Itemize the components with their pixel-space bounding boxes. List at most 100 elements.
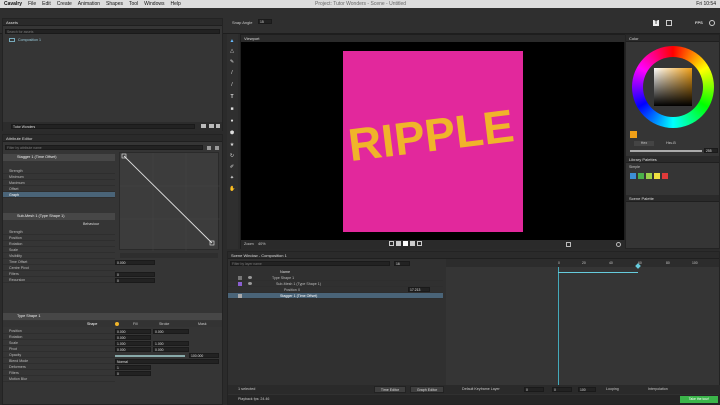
- pivot-y-field[interactable]: 0.000: [153, 347, 189, 352]
- opacity-slider[interactable]: [115, 355, 185, 357]
- pen-tool-icon[interactable]: ✎: [229, 59, 235, 65]
- tab-mask[interactable]: Mask: [198, 322, 207, 326]
- step-forward-icon[interactable]: [410, 241, 415, 246]
- star-tool-icon[interactable]: ★: [229, 142, 235, 148]
- deformers-field[interactable]: 1: [115, 365, 151, 370]
- folder-add-icon[interactable]: [209, 124, 214, 128]
- filters2-field[interactable]: 0: [115, 371, 151, 376]
- polygon-tool-icon[interactable]: ⬢: [229, 130, 235, 136]
- pencil-tool-icon[interactable]: /: [229, 70, 235, 76]
- swatch-yellow[interactable]: [654, 173, 660, 179]
- opacity-field[interactable]: 100.000: [189, 353, 219, 358]
- asset-item-composition[interactable]: Composition 1: [7, 38, 107, 43]
- keyframe-layer-select[interactable]: Default Keyframe Layer: [462, 387, 500, 391]
- text-tool-strip-icon[interactable]: T: [229, 94, 235, 100]
- grid-icon[interactable]: [666, 20, 672, 26]
- graph-editor-button[interactable]: Graph Editor: [410, 386, 444, 393]
- attr-motion-blur[interactable]: Motion Blur: [3, 376, 115, 382]
- menu-animation[interactable]: Animation: [78, 1, 100, 7]
- alpha-value[interactable]: 255: [704, 148, 718, 153]
- menu-shapes[interactable]: Shapes: [106, 1, 123, 7]
- timeline-area[interactable]: 0 20 40 60 80 100: [446, 259, 719, 389]
- select-tool-icon[interactable]: ▲: [229, 38, 235, 44]
- ellipse-tool-icon[interactable]: ●: [229, 118, 235, 124]
- time-editor-button[interactable]: Time Editor: [374, 386, 406, 393]
- time-offset-field[interactable]: 0.000: [115, 260, 155, 265]
- rotate-tool-icon[interactable]: ↻: [229, 153, 235, 159]
- tab-stroke[interactable]: Stroke: [159, 322, 169, 326]
- blend-mode-select[interactable]: Normal: [115, 359, 219, 364]
- menu-file[interactable]: File: [28, 1, 36, 7]
- menu-tool[interactable]: Tool: [129, 1, 138, 7]
- assets-search-input[interactable]: Search for assets: [5, 29, 220, 34]
- scale-x-field[interactable]: 1.000: [115, 341, 151, 346]
- tab-shape[interactable]: Shape: [87, 322, 97, 326]
- pin-tool-icon[interactable]: ✦: [229, 175, 235, 181]
- play-icon[interactable]: [403, 241, 408, 246]
- attr-graph[interactable]: Graph: [3, 192, 115, 198]
- filters-field[interactable]: 0: [115, 272, 155, 277]
- saturation-square[interactable]: [654, 68, 692, 106]
- text-tool-icon[interactable]: T: [653, 20, 659, 26]
- lock-icon[interactable]: [207, 146, 211, 150]
- stagger-graph[interactable]: [119, 152, 220, 251]
- step-back-icon[interactable]: [396, 241, 401, 246]
- delete-icon[interactable]: [216, 124, 220, 128]
- viewport-tab[interactable]: Viewport: [241, 35, 626, 42]
- rotation-field[interactable]: 0.000: [115, 335, 151, 340]
- visibility-eye-icon-2[interactable]: [248, 282, 252, 285]
- library-name[interactable]: Simple: [629, 165, 640, 169]
- color-wheel[interactable]: [632, 46, 714, 128]
- take-tour-button[interactable]: Take the tour!: [680, 396, 718, 403]
- frame-end-field[interactable]: 100: [578, 387, 596, 392]
- position-x-field[interactable]: 0.000: [115, 329, 151, 334]
- last-frame-icon[interactable]: [417, 241, 422, 246]
- hex-tab[interactable]: Hex: [634, 141, 654, 146]
- swatch-blue[interactable]: [630, 173, 636, 179]
- swatch-red[interactable]: [662, 173, 668, 179]
- current-swatch[interactable]: [630, 131, 637, 138]
- layer-stagger[interactable]: Stagger 1 (Time Offset): [228, 293, 443, 299]
- playhead[interactable]: [558, 267, 559, 389]
- alpha-slider[interactable]: [630, 150, 702, 152]
- scene-search-input[interactable]: Filter by layer name: [230, 261, 390, 266]
- swatch-lime[interactable]: [646, 173, 652, 179]
- app-menu[interactable]: Cavalry: [4, 1, 22, 7]
- composition-canvas[interactable]: RIPPLE: [343, 51, 523, 232]
- menu-windows[interactable]: Windows: [144, 1, 164, 7]
- typeshape-section-header[interactable]: Type Shape 1: [3, 313, 222, 320]
- frame-field[interactable]: 16: [394, 261, 410, 266]
- interpolation-label[interactable]: Interpolation: [648, 387, 668, 391]
- menu-create[interactable]: Create: [57, 1, 72, 7]
- viewport-settings-icon[interactable]: [616, 242, 621, 247]
- line-tool-icon[interactable]: /: [229, 82, 235, 88]
- direct-select-tool-icon[interactable]: △: [229, 48, 235, 54]
- position-x-value[interactable]: 17.213: [408, 287, 430, 292]
- tab-fill[interactable]: Fill: [133, 322, 138, 326]
- snap-angle-input[interactable]: 15: [258, 19, 272, 24]
- pin-icon[interactable]: [215, 146, 219, 150]
- scale-y-field[interactable]: 1.000: [153, 341, 189, 346]
- timeline-ruler[interactable]: 0 20 40 60 80 100: [446, 259, 719, 267]
- settings-icon[interactable]: [709, 20, 715, 26]
- zoom-value[interactable]: 40%: [258, 242, 266, 246]
- folder-icon[interactable]: [201, 124, 206, 128]
- recursion-field[interactable]: 0: [115, 278, 155, 283]
- viewport-options-icon[interactable]: [566, 242, 571, 247]
- looping-label[interactable]: Looping: [606, 387, 619, 391]
- menu-help[interactable]: Help: [170, 1, 180, 7]
- rect-tool-icon[interactable]: ■: [229, 106, 235, 112]
- stagger-section-header[interactable]: Stagger 1 (Time Offset): [3, 154, 115, 161]
- hand-tool-icon[interactable]: ✋: [229, 186, 235, 192]
- submesh-section-header[interactable]: Sub-Mesh 1 (Type Shape 1): [3, 213, 115, 220]
- first-frame-icon[interactable]: [389, 241, 394, 246]
- hsv-tab[interactable]: Hsv-B: [666, 141, 676, 145]
- pivot-x-field[interactable]: 0.000: [115, 347, 151, 352]
- project-selector[interactable]: Tutor Wonders: [11, 124, 195, 129]
- menu-edit[interactable]: Edit: [42, 1, 51, 7]
- visibility-eye-icon[interactable]: [248, 276, 252, 279]
- attr-sm-recursion[interactable]: Recursion: [3, 277, 115, 283]
- frame-start-field[interactable]: 0: [524, 387, 544, 392]
- swatch-green[interactable]: [638, 173, 644, 179]
- frame-current-field[interactable]: 0: [552, 387, 572, 392]
